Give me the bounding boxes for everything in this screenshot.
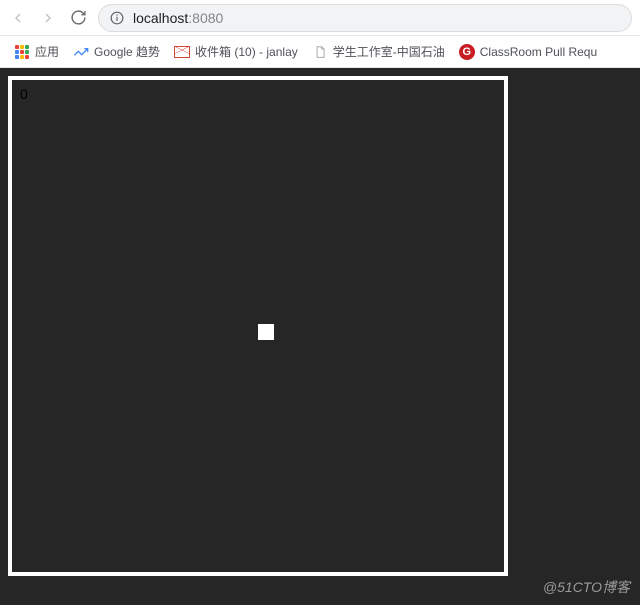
- site-info-button[interactable]: [109, 10, 125, 26]
- reload-icon: [70, 9, 87, 26]
- url-text: localhost:8080: [133, 10, 223, 26]
- trends-icon: [73, 44, 89, 60]
- watermark-text: @51CTO博客: [543, 577, 630, 597]
- score-display: 0: [20, 86, 28, 102]
- arrow-left-icon: [10, 10, 26, 26]
- page-viewport: 0 @51CTO博客: [0, 68, 640, 605]
- gmail-icon: [174, 44, 190, 60]
- url-port: :8080: [188, 10, 223, 26]
- forward-button[interactable]: [38, 8, 58, 28]
- bookmark-gitee-classroom[interactable]: G ClassRoom Pull Requ: [455, 42, 601, 62]
- arrow-right-icon: [40, 10, 56, 26]
- bookmark-apps[interactable]: 应用: [10, 41, 63, 62]
- url-host: localhost: [133, 10, 188, 26]
- browser-chrome: localhost:8080 应用 Google 趋势 收件箱 (10) - j…: [0, 0, 640, 68]
- bookmark-google-trends[interactable]: Google 趋势: [69, 41, 164, 62]
- info-icon: [110, 11, 124, 25]
- bookmark-label: 学生工作室-中国石油: [333, 43, 445, 60]
- bookmark-label: Google 趋势: [94, 43, 160, 60]
- bookmark-label: 收件箱 (10) - janlay: [195, 43, 298, 60]
- reload-button[interactable]: [68, 8, 88, 28]
- bookmark-gmail[interactable]: 收件箱 (10) - janlay: [170, 41, 302, 62]
- game-canvas[interactable]: 0: [8, 76, 508, 576]
- bookmark-student-studio[interactable]: 学生工作室-中国石油: [308, 41, 449, 62]
- browser-toolbar: localhost:8080: [0, 0, 640, 36]
- apps-icon: [14, 44, 30, 60]
- address-bar[interactable]: localhost:8080: [98, 4, 632, 32]
- document-icon: [312, 44, 328, 60]
- snake-food: [258, 324, 274, 340]
- gitee-icon: G: [459, 44, 475, 60]
- bookmark-label: ClassRoom Pull Requ: [480, 45, 597, 59]
- bookmark-label: 应用: [35, 43, 59, 60]
- bookmarks-bar: 应用 Google 趋势 收件箱 (10) - janlay 学生工作室-中国石…: [0, 36, 640, 68]
- back-button[interactable]: [8, 8, 28, 28]
